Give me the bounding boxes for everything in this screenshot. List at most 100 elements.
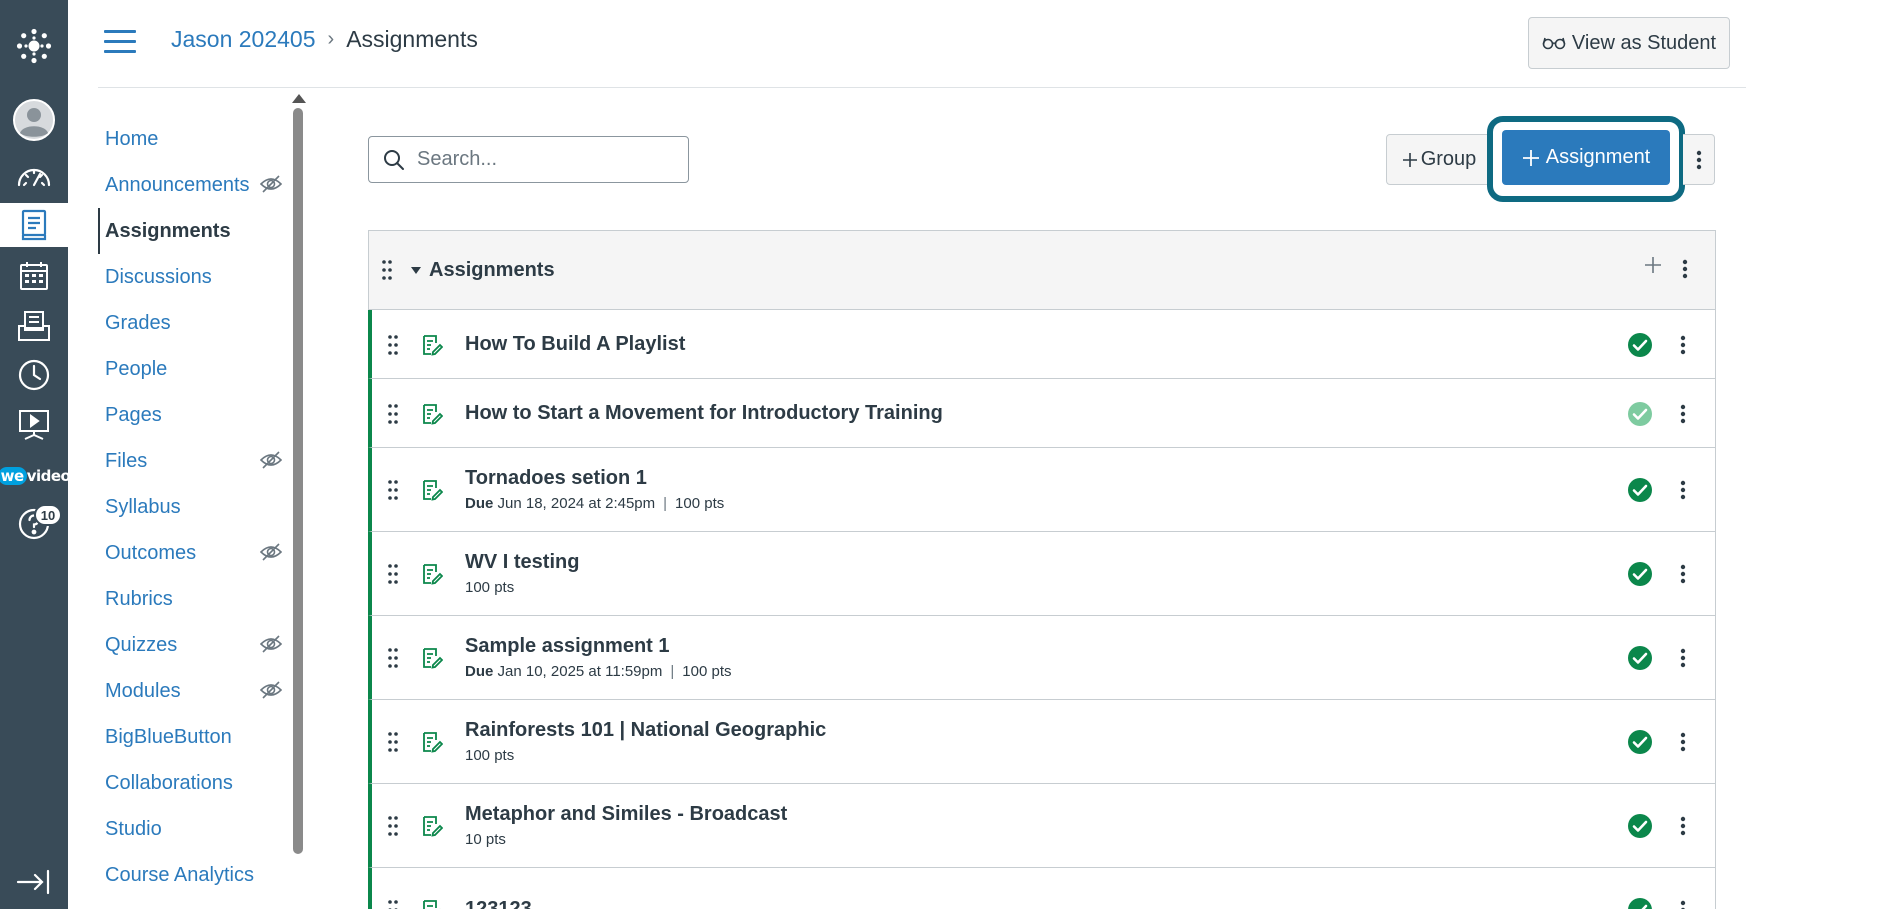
assignment-kebab-icon[interactable] <box>1680 480 1686 505</box>
drag-handle-icon[interactable] <box>387 731 399 758</box>
assignment-title-link[interactable]: Sample assignment 1 <box>465 635 732 658</box>
assignment-row[interactable]: How to Start a Movement for Introductory… <box>368 379 1716 448</box>
group-kebab-icon[interactable] <box>1682 259 1688 284</box>
course-nav-item[interactable]: BigBlueButton <box>98 714 290 760</box>
search-box <box>368 136 689 183</box>
wevideo-icon[interactable]: we video <box>0 454 71 498</box>
assignment-title-link[interactable]: Metaphor and Similes - Broadcast <box>465 803 787 826</box>
dashboard-icon[interactable] <box>0 154 68 198</box>
drag-handle-icon[interactable] <box>387 479 399 506</box>
published-check-icon[interactable] <box>1627 897 1653 909</box>
assignment-kebab-icon[interactable] <box>1680 648 1686 673</box>
add-group-button[interactable]: Group <box>1386 134 1492 185</box>
drag-handle-icon[interactable] <box>387 334 399 361</box>
collapse-nav-icon[interactable] <box>0 860 68 904</box>
course-nav-item[interactable]: Studio <box>98 806 290 852</box>
assignment-title-link[interactable]: Rainforests 101 | National Geographic <box>465 719 826 742</box>
course-nav-item[interactable]: Outcomes <box>98 530 290 576</box>
drag-handle-icon[interactable] <box>387 815 399 842</box>
assignment-title-link[interactable]: How to Start a Movement for Introductory… <box>465 402 943 425</box>
assignment-group-header[interactable]: Assignments <box>368 230 1716 310</box>
published-check-icon[interactable] <box>1627 813 1653 844</box>
course-nav-item[interactable]: Assignments <box>98 208 290 254</box>
course-nav-scrollbar[interactable] <box>293 108 303 854</box>
assignment-row[interactable]: Rainforests 101 | National Geographic 100… <box>368 700 1716 784</box>
assignment-title-link[interactable]: How To Build A Playlist <box>465 333 685 356</box>
course-nav-item[interactable]: Collaborations <box>98 760 290 806</box>
course-nav-item[interactable]: Syllabus <box>98 484 290 530</box>
assignment-row[interactable]: Metaphor and Similes - Broadcast 10 pts <box>368 784 1716 868</box>
breadcrumb: Jason 202405 › Assignments <box>171 26 478 53</box>
assignment-row[interactable]: Tornadoes setion 1 Due Jun 18, 2024 at 2:… <box>368 448 1716 532</box>
points: 100 pts <box>465 579 515 596</box>
hidden-eye-icon <box>259 543 283 567</box>
assignment-row[interactable]: 123123 <box>368 868 1716 909</box>
course-nav-label: Course Analytics <box>105 863 254 886</box>
studio-icon[interactable] <box>0 403 68 447</box>
assignment-kebab-icon[interactable] <box>1680 564 1686 589</box>
account-avatar-icon[interactable] <box>0 98 68 142</box>
assignment-row[interactable]: Sample assignment 1 Due Jan 10, 2025 at 1… <box>368 616 1716 700</box>
assignment-title-link[interactable]: Tornadoes setion 1 <box>465 467 724 490</box>
search-input[interactable] <box>417 148 677 171</box>
courses-icon[interactable] <box>0 203 68 247</box>
course-nav-label: Quizzes <box>105 633 178 656</box>
course-nav-item[interactable]: Discussions <box>98 254 290 300</box>
drag-handle-icon[interactable] <box>387 403 399 430</box>
drag-handle-icon[interactable] <box>387 563 399 590</box>
assignment-row[interactable]: How To Build A Playlist <box>368 310 1716 379</box>
breadcrumb-current: Assignments <box>346 26 478 52</box>
assignment-icon <box>421 334 444 361</box>
course-nav-item[interactable]: Announcements <box>98 162 290 208</box>
published-check-icon[interactable] <box>1627 561 1653 592</box>
drag-handle-icon[interactable] <box>387 647 399 674</box>
assignment-kebab-icon[interactable] <box>1680 732 1686 757</box>
add-group-label: Group <box>1420 148 1477 170</box>
add-assignment-button[interactable]: Assignment <box>1502 130 1670 185</box>
course-nav-item[interactable]: Quizzes <box>98 622 290 668</box>
published-check-icon[interactable] <box>1627 477 1653 508</box>
calendar-icon[interactable] <box>0 254 68 298</box>
assignment-row[interactable]: WV I testing 100 pts <box>368 532 1716 616</box>
course-nav-label: Announcements <box>105 173 250 196</box>
kebab-icon <box>1696 150 1701 169</box>
course-nav-label: Home <box>105 127 159 150</box>
history-icon[interactable] <box>0 353 68 397</box>
collapse-caret-icon[interactable] <box>411 267 421 274</box>
published-check-icon[interactable] <box>1627 401 1653 432</box>
course-nav-item[interactable]: People <box>98 346 290 392</box>
due-label: Due <box>465 495 494 512</box>
help-icon[interactable]: 10 <box>0 502 68 546</box>
course-nav-item[interactable]: Course Analytics <box>98 852 290 898</box>
assignments-settings-kebab[interactable] <box>1683 134 1715 185</box>
course-nav-item[interactable]: Grades <box>98 300 290 346</box>
course-nav-item[interactable]: Rubrics <box>98 576 290 622</box>
hidden-eye-icon <box>259 451 283 475</box>
published-check-icon[interactable] <box>1627 332 1653 363</box>
assignment-title-link[interactable]: WV I testing <box>465 551 579 574</box>
breadcrumb-course-link[interactable]: Jason 202405 <box>171 26 316 53</box>
course-nav-item[interactable]: Home <box>98 116 290 162</box>
course-nav-item[interactable]: Files <box>98 438 290 484</box>
assignment-title-link[interactable]: 123123 <box>465 898 532 909</box>
drag-handle-icon[interactable] <box>381 259 393 286</box>
hidden-eye-icon <box>259 175 283 199</box>
course-menu-toggle[interactable] <box>104 30 136 54</box>
assignment-kebab-icon[interactable] <box>1680 404 1686 429</box>
plus-icon <box>1402 152 1417 167</box>
group-add-icon[interactable] <box>1643 255 1663 280</box>
drag-handle-icon[interactable] <box>387 899 399 909</box>
scroll-up-arrow[interactable] <box>292 94 306 103</box>
course-nav-item[interactable]: Modules <box>98 668 290 714</box>
assignment-kebab-icon[interactable] <box>1680 900 1686 909</box>
course-nav-item[interactable]: Pages <box>98 392 290 438</box>
canvas-logo-icon[interactable] <box>0 24 68 68</box>
course-nav-label: BigBlueButton <box>105 725 232 748</box>
course-nav-label: Grades <box>105 311 171 334</box>
view-as-student-button[interactable]: View as Student <box>1528 17 1730 69</box>
inbox-icon[interactable] <box>0 304 68 348</box>
published-check-icon[interactable] <box>1627 645 1653 676</box>
published-check-icon[interactable] <box>1627 729 1653 760</box>
assignment-kebab-icon[interactable] <box>1680 816 1686 841</box>
assignment-kebab-icon[interactable] <box>1680 335 1686 360</box>
